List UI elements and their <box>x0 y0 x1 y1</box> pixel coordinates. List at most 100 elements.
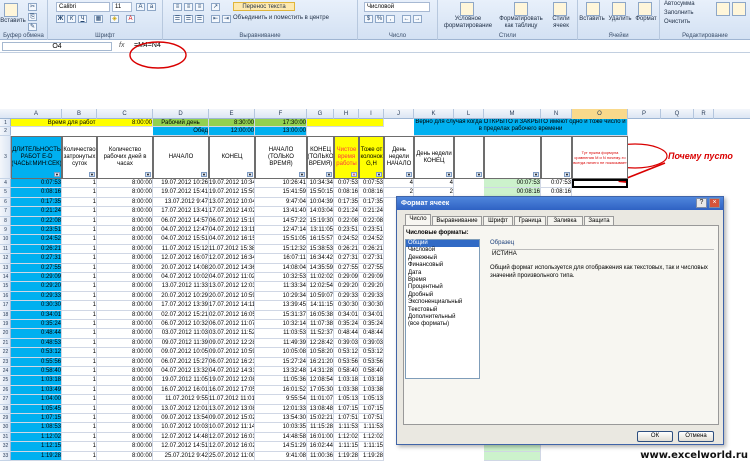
cell-e[interactable]: 17.07.2012 14:11 <box>209 301 255 311</box>
column-header-a[interactable]: A <box>11 109 62 119</box>
cell-g[interactable]: 12:02:54 <box>307 282 334 292</box>
column-header-e[interactable]: E <box>209 109 255 119</box>
header-h[interactable]: Чистое время работы ▼ <box>334 136 359 179</box>
cell-c[interactable]: 8:00:00 <box>97 244 153 255</box>
cell-c[interactable]: 8:00:00 <box>97 451 153 461</box>
cell-c[interactable]: 8:00:00 <box>97 432 153 443</box>
cell-b[interactable]: 1 <box>62 291 97 302</box>
row-header[interactable]: 12 <box>0 254 11 264</box>
cell-b[interactable]: 1 <box>62 244 97 255</box>
cell-f[interactable]: 11:49:39 <box>255 338 307 349</box>
filter-dropdown-icon[interactable]: ▼ <box>351 172 357 177</box>
cell-h[interactable]: 0:07:53 <box>334 179 359 189</box>
cell-f[interactable]: 14:08:04 <box>255 263 307 273</box>
cell-i[interactable]: 0:39:03 <box>359 338 384 349</box>
format-option[interactable]: Дата <box>406 270 479 277</box>
cell-e[interactable]: 04.07.2012 13:11 <box>209 226 255 236</box>
row-header[interactable]: 13 <box>0 264 11 273</box>
row-header[interactable]: 22 <box>0 348 11 358</box>
cell-d[interactable]: 13.07.2012 9:47 <box>153 197 209 208</box>
cell-f[interactable]: 9:55:54 <box>255 395 307 405</box>
help-button[interactable]: ? <box>696 198 707 208</box>
cell-a[interactable]: 1:19:28 <box>11 451 62 461</box>
column-header-k[interactable]: K <box>414 109 454 119</box>
cell-b[interactable]: 1 <box>62 367 97 377</box>
close-button[interactable]: × <box>709 198 720 208</box>
cell-c[interactable]: 8:00:00 <box>97 273 153 283</box>
cell-c[interactable]: 8:00:00 <box>97 404 153 414</box>
cell-d[interactable]: 10.07.2012 10:03 <box>153 423 209 433</box>
column-header-q[interactable]: Q <box>661 109 694 119</box>
cell-a[interactable]: 0:29:20 <box>11 282 62 292</box>
column-header-f[interactable]: F <box>255 109 307 119</box>
cell-a[interactable]: 1:04:00 <box>11 395 62 405</box>
cell-h[interactable]: 0:29:09 <box>334 273 359 283</box>
row-header[interactable]: 21 <box>0 339 11 349</box>
header-k[interactable]: День недели КОНЕЦ ▼ <box>414 136 454 179</box>
row-header[interactable]: 26 <box>0 386 11 396</box>
cell-h[interactable]: 1:12:02 <box>334 432 359 443</box>
filter-dropdown-icon[interactable]: ▼ <box>145 172 151 177</box>
cell-e[interactable]: 19.07.2012 15:50 <box>209 188 255 198</box>
cell-d[interactable]: 06.07.2012 10:32 <box>153 320 209 330</box>
cell-e[interactable]: 04.07.2012 14:31 <box>209 367 255 377</box>
row-header[interactable]: 30 <box>0 423 11 433</box>
row-header[interactable]: 6 <box>0 198 11 208</box>
cell-f[interactable]: 10:32:53 <box>255 273 307 283</box>
cell-i[interactable]: 0:21:24 <box>359 207 384 217</box>
row-header[interactable]: 14 <box>0 273 11 283</box>
cell-e[interactable]: 04.07.2012 16:15 <box>209 235 255 245</box>
cell-f[interactable]: 15:12:32 <box>255 244 307 255</box>
cell-h[interactable]: 0:27:31 <box>334 254 359 264</box>
row-header[interactable]: 1 <box>0 119 11 127</box>
cell-c[interactable]: 8:00:00 <box>97 348 153 358</box>
formats-list[interactable]: Общий Числовой Денежный Финансовый Дата Время… <box>405 239 480 379</box>
cell-i[interactable]: 0:29:09 <box>359 273 384 283</box>
cell-g[interactable]: 10:34:34 <box>307 179 334 189</box>
cell-d[interactable]: 04.07.2012 13:32 <box>153 367 209 377</box>
cell-h[interactable]: 0:34:01 <box>334 310 359 320</box>
cell-a[interactable]: 0:27:31 <box>11 254 62 264</box>
cell-g[interactable]: 13:08:48 <box>307 404 334 414</box>
row-header[interactable]: 10 <box>0 235 11 245</box>
cell-b[interactable]: 1 <box>62 404 97 414</box>
row-header[interactable]: 16 <box>0 292 11 302</box>
cell-g[interactable]: 16:15:57 <box>307 235 334 245</box>
cell-d[interactable]: 11.07.2012 9:55 <box>153 395 209 405</box>
cell-i[interactable]: 0:22:08 <box>359 216 384 226</box>
cell-e[interactable]: 09.07.2012 12:28 <box>209 338 255 349</box>
cell-f[interactable]: 10:32:14 <box>255 320 307 330</box>
cell-f[interactable]: 15:41:59 <box>255 188 307 198</box>
cell-f[interactable]: 16:07:11 <box>255 254 307 264</box>
row-header[interactable]: 29 <box>0 414 11 424</box>
cell-b[interactable]: 1 <box>62 329 97 339</box>
row-header[interactable]: 25 <box>0 376 11 386</box>
cell-d[interactable]: 12.07.2012 16:07 <box>153 254 209 264</box>
cell-g[interactable]: 11:02:02 <box>307 273 334 283</box>
cell-i[interactable]: 1:07:15 <box>359 404 384 414</box>
cell-i[interactable]: 0:53:56 <box>359 357 384 367</box>
cell-f[interactable]: 13:41:40 <box>255 207 307 217</box>
cell-b[interactable]: 1 <box>62 188 97 198</box>
lunch-start[interactable]: 12:00:00 <box>209 127 255 136</box>
row-header[interactable]: 7 <box>0 207 11 217</box>
header-c[interactable]: Количество рабочих дней в часах ▼ <box>97 136 153 179</box>
cell-c[interactable]: 8:00:00 <box>97 367 153 377</box>
row-header[interactable]: 18 <box>0 311 11 320</box>
selected-cell-o4[interactable] <box>572 179 628 189</box>
cell-h[interactable]: 0:08:16 <box>334 188 359 198</box>
header-f[interactable]: НАЧАЛО (ТОЛЬКО ВРЕМЯ) ▼ <box>255 136 307 179</box>
cell-f[interactable]: 15:51:05 <box>255 235 307 245</box>
cell-a[interactable]: 0:23:51 <box>11 226 62 236</box>
cell-h[interactable]: 1:07:15 <box>334 404 359 414</box>
cell-b[interactable]: 1 <box>62 254 97 264</box>
cell-a[interactable]: 0:07:53 <box>11 179 62 189</box>
cell-i[interactable]: 1:05:13 <box>359 395 384 405</box>
cell-c[interactable]: 8:00:00 <box>97 235 153 245</box>
row-header[interactable]: 9 <box>0 226 11 236</box>
cell-c[interactable]: 8:00:00 <box>97 291 153 302</box>
cell-h[interactable]: 0:23:51 <box>334 226 359 236</box>
cell-a[interactable]: 0:21:24 <box>11 207 62 217</box>
row-header[interactable]: 11 <box>0 245 11 255</box>
cell-a[interactable]: 0:24:52 <box>11 235 62 245</box>
